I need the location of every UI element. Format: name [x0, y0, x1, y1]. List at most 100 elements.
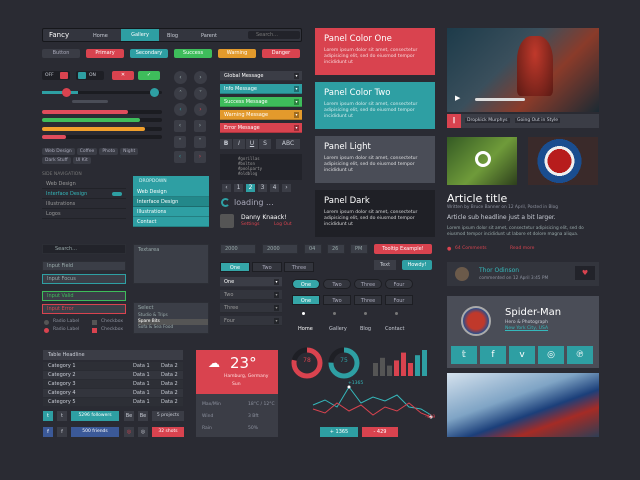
nav-parent[interactable]: Parent [201, 33, 217, 39]
input-field[interactable]: Input Field [42, 261, 126, 271]
input-valid[interactable]: Input Valid [42, 291, 126, 301]
time-minute[interactable]: 26 [327, 244, 345, 254]
table-row[interactable]: Category 2 Data 1 Data 2 [43, 371, 183, 380]
message-error[interactable]: Error Message ▾ [220, 123, 302, 133]
table-row[interactable]: Category 5 Data 1 Data 2 [43, 398, 183, 407]
pill-two[interactable]: Two [323, 279, 351, 289]
select-item-active[interactable]: One ▾ [220, 277, 282, 287]
heart-icon[interactable]: ♥ [575, 266, 595, 280]
square-down-icon[interactable]: ˅ [194, 136, 206, 148]
link-gallery[interactable]: Gallery [329, 326, 347, 332]
facebook-counter[interactable]: f f 500 friends [43, 427, 119, 437]
page-4[interactable]: 4 [270, 184, 279, 192]
underline-button[interactable]: U [246, 139, 258, 149]
slider-handle-2[interactable] [150, 88, 159, 97]
dot[interactable] [333, 312, 336, 315]
button-warning[interactable]: Warning [218, 49, 256, 58]
link-home[interactable]: Home [298, 326, 313, 332]
textarea[interactable]: Textarea [133, 244, 209, 284]
gallery-thumb-1[interactable] [447, 137, 517, 185]
tag[interactable]: Dark Stuff [42, 157, 71, 164]
select-item[interactable]: Three ▾ [220, 303, 282, 313]
input-focus[interactable]: Input Focus [42, 274, 126, 284]
minutes-stepper[interactable]: 2000 [262, 244, 298, 254]
spell-button[interactable]: ABC [276, 139, 300, 149]
comment-author[interactable]: Thor Odinson [479, 267, 519, 274]
radio-tab-one[interactable]: One [292, 295, 320, 305]
playlist-artist[interactable]: Dropkick Murphys [465, 118, 510, 123]
select-item[interactable]: Four ▾ [220, 316, 282, 326]
gallery-thumb-2[interactable] [528, 137, 598, 185]
time-ampm[interactable]: PM [350, 244, 368, 254]
tag[interactable]: Photo [99, 148, 119, 155]
pinterest-icon[interactable]: ℗ [567, 346, 593, 364]
tag[interactable]: UI Kit [72, 157, 91, 164]
select-box[interactable]: Select Studio & Trips Spare Bits Sofa & … [133, 302, 209, 334]
side-nav-item[interactable]: Logos [42, 209, 126, 219]
time-hour[interactable]: 04 [304, 244, 322, 254]
page-3[interactable]: 3 [258, 184, 267, 192]
button-primary[interactable]: Primary [86, 49, 124, 58]
select-item[interactable]: Two ▾ [220, 290, 282, 300]
dot[interactable] [395, 312, 398, 315]
search-field[interactable]: Search... [42, 244, 126, 254]
select-option[interactable]: Sofa & Sea Food [138, 325, 208, 331]
chevron-down-icon[interactable]: ˅ [194, 87, 207, 100]
message-warning[interactable]: Warning Message ▾ [220, 110, 302, 120]
page-1[interactable]: 1 [234, 184, 243, 192]
link-contact[interactable]: Contact [385, 326, 404, 332]
hours-stepper[interactable]: 2000 [220, 244, 256, 254]
arrow-left-icon[interactable]: ‹ [174, 103, 187, 116]
tab-three[interactable]: Three [284, 262, 314, 272]
dropdown-item[interactable]: Illustrations [133, 207, 209, 217]
radio-tab-four[interactable]: Four [385, 295, 413, 305]
radio-1[interactable] [44, 320, 49, 325]
vimeo-icon[interactable]: v [509, 346, 535, 364]
twitter-icon[interactable]: 𝕥 [451, 346, 477, 364]
table-row[interactable]: Category 3 Data 1 Data 2 [43, 380, 183, 389]
square-next-icon[interactable]: › [194, 151, 206, 163]
dribbble-counter[interactable]: ◎ ◎ 32 shots [124, 427, 184, 437]
side-nav-item[interactable]: Illustrations [42, 199, 126, 209]
page-2[interactable]: 2 [246, 184, 255, 192]
video-player[interactable]: ▶ [447, 28, 599, 112]
table-row[interactable]: Category 4 Data 1 Data 2 [43, 389, 183, 398]
checkbox-2[interactable] [92, 328, 97, 333]
pill-one[interactable]: One [292, 279, 320, 289]
message-global[interactable]: Global Message ▾ [220, 71, 302, 81]
slider-handle[interactable] [62, 88, 71, 97]
play-icon[interactable]: ▶ [455, 94, 460, 102]
tag[interactable]: Coffee [76, 148, 98, 155]
message-info[interactable]: Info Message ▾ [220, 84, 302, 94]
square-prev-icon[interactable]: ‹ [174, 151, 186, 163]
dribbble-icon[interactable]: ◎ [538, 346, 564, 364]
slider-track[interactable] [42, 88, 162, 97]
pill-four[interactable]: Four [385, 279, 413, 289]
video-progress[interactable] [475, 98, 525, 101]
page-prev[interactable]: ‹ [222, 184, 231, 192]
square-up-icon[interactable]: ˄ [174, 136, 186, 148]
page-next[interactable]: › [282, 184, 291, 192]
toggle-x[interactable]: ✕ [112, 71, 134, 80]
side-nav-item[interactable]: Web Design [42, 179, 126, 189]
table-row[interactable]: Category 1 Data 1 Data 2 [43, 362, 183, 371]
tab-two[interactable]: Two [252, 262, 282, 272]
read-more-link[interactable]: Read more [510, 246, 534, 251]
chevron-left-icon[interactable]: ‹ [174, 71, 187, 84]
toggle-on[interactable]: ON [76, 71, 104, 80]
radio-tab-three[interactable]: Three [354, 295, 382, 305]
button-danger[interactable]: Danger [262, 49, 300, 58]
dropdown-item[interactable]: Contact [133, 217, 209, 227]
dot[interactable] [302, 312, 305, 315]
play-button[interactable]: ‖ [447, 114, 461, 128]
settings-link[interactable]: Settings [241, 222, 259, 227]
facebook-icon[interactable]: f [480, 346, 506, 364]
button-secondary[interactable]: Secondary [130, 49, 168, 58]
bold-button[interactable]: B [220, 139, 232, 149]
nav-gallery[interactable]: Gallery [121, 29, 159, 41]
dot[interactable] [364, 312, 367, 315]
square-left-icon[interactable]: ‹ [174, 120, 186, 132]
input-error[interactable]: Input Error [42, 304, 126, 314]
behance-counter[interactable]: Be Be 5 projects [124, 411, 184, 421]
radio-2[interactable] [44, 328, 49, 333]
